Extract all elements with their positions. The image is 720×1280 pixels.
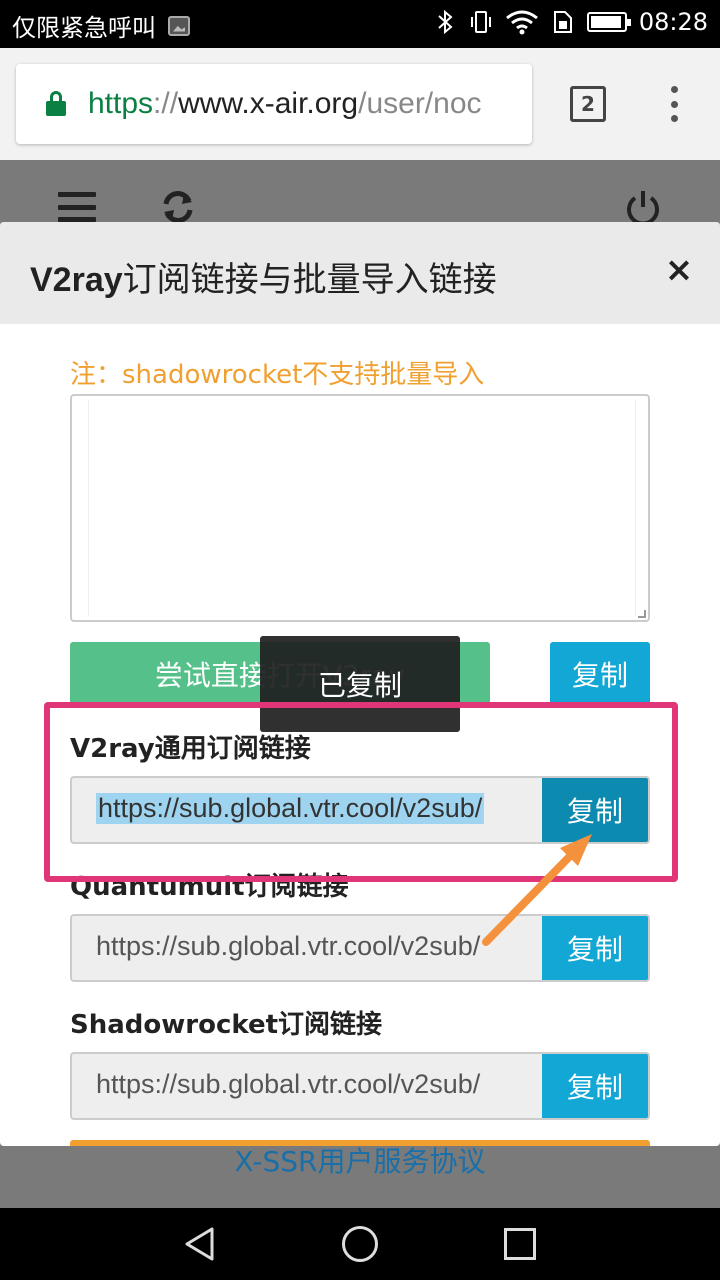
modal-title: V2ray订阅链接与批量导入链接	[30, 261, 497, 299]
back-icon[interactable]	[182, 1226, 218, 1262]
status-time: 08:28	[638, 8, 708, 36]
battery-icon	[586, 12, 631, 32]
batch-import-note: 注：shadowrocket不支持批量导入	[70, 360, 485, 390]
batch-links-textarea[interactable]	[70, 394, 650, 622]
sim-card-icon	[553, 11, 572, 33]
shadowrocket-copy-button[interactable]: 复制	[542, 1054, 648, 1118]
url-text: https://www.x-air.org/user/noc	[88, 87, 482, 120]
menu-icon[interactable]	[58, 192, 96, 222]
agreement-button-edge[interactable]	[70, 1140, 650, 1146]
gallery-notification-icon	[168, 15, 190, 36]
annotation-arrow-icon	[482, 834, 592, 946]
shadowrocket-sub-url[interactable]: https://sub.global.vtr.cool/v2sub/	[96, 1069, 480, 1100]
home-icon[interactable]	[342, 1226, 378, 1262]
android-nav-bar	[0, 1208, 720, 1280]
browser-toolbar: https://www.x-air.org/user/noc 2	[0, 48, 720, 160]
power-icon[interactable]	[624, 188, 662, 226]
address-bar[interactable]: https://www.x-air.org/user/noc	[16, 64, 532, 144]
carrier-text: 仅限紧急呼叫	[12, 14, 156, 42]
resize-grip-icon[interactable]	[638, 610, 646, 618]
modal-header: V2ray订阅链接与批量导入链接 ×	[0, 222, 720, 324]
site-nav	[0, 160, 720, 226]
vibrate-icon	[470, 11, 491, 33]
status-bar: 仅限紧急呼叫 08:28	[0, 0, 720, 48]
refresh-icon[interactable]	[160, 190, 196, 224]
recents-icon[interactable]	[504, 1228, 536, 1260]
close-button[interactable]: ×	[664, 250, 694, 290]
service-agreement-link[interactable]: X-SSR用户服务协议	[0, 1140, 720, 1180]
wifi-icon	[505, 10, 538, 35]
copy-batch-button[interactable]: 复制	[550, 642, 650, 706]
lock-icon	[46, 91, 66, 117]
tab-switcher-button[interactable]: 2	[570, 86, 606, 122]
shadowrocket-sub-field[interactable]: https://sub.global.vtr.cool/v2sub/ 复制	[70, 1052, 650, 1120]
quantumult-sub-url[interactable]: https://sub.global.vtr.cool/v2sub/	[96, 931, 480, 962]
browser-menu-icon[interactable]	[666, 86, 682, 122]
shadowrocket-sub-label: Shadowrocket订阅链接	[70, 1010, 383, 1040]
bluetooth-icon	[438, 9, 453, 35]
